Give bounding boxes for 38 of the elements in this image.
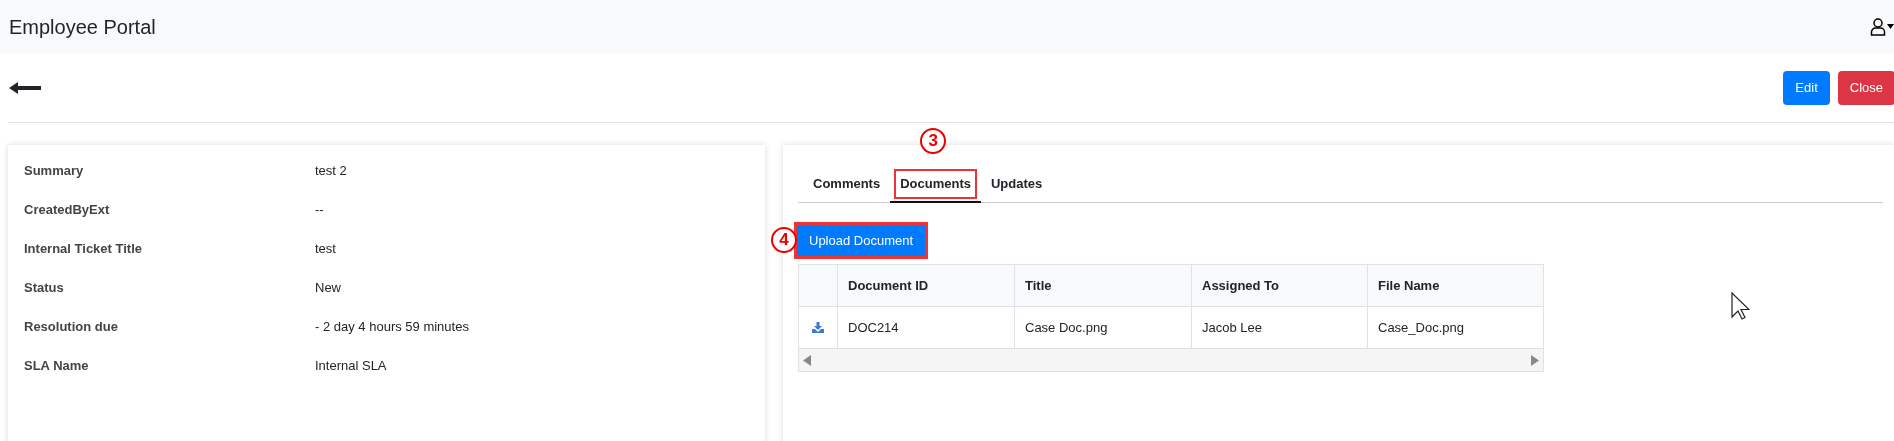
user-icon	[1870, 17, 1886, 36]
field-label: Summary	[24, 162, 85, 180]
field-value: test	[315, 240, 336, 258]
field-label: SLA Name	[24, 357, 90, 375]
toolbar-button[interactable]: Edit	[1783, 70, 1830, 105]
field-value: test 2	[315, 162, 347, 180]
field-label: Status	[24, 279, 65, 297]
field-label: Internal Ticket Title	[24, 240, 143, 258]
column-header: Title	[1015, 265, 1192, 306]
field-value: - 2 day 4 hours 59 minutes	[315, 318, 469, 336]
scroll-left-icon[interactable]	[803, 354, 811, 366]
annotation-number: 4	[771, 227, 797, 253]
annotation-number: 3	[920, 128, 947, 154]
field-value: New	[315, 279, 341, 297]
tab[interactable]: Documents	[890, 167, 981, 203]
field-label: CreatedByExt	[24, 201, 111, 219]
table-cell: Case Doc.png	[1015, 307, 1192, 348]
scroll-right-icon[interactable]	[1531, 354, 1539, 366]
field-value: --	[315, 201, 324, 219]
field-value: Internal SLA	[315, 357, 387, 375]
column-header: Document ID	[838, 265, 1015, 306]
field-label: Resolution due	[24, 318, 119, 336]
toolbar-button[interactable]: Close	[1837, 70, 1894, 105]
upload-button[interactable]: Upload Document	[797, 225, 926, 256]
tab[interactable]: Comments	[803, 167, 891, 203]
tab[interactable]: Updates	[981, 167, 1053, 203]
table-cell-text: Case_Doc.png	[1377, 318, 1465, 337]
app-title: Employee Portal	[9, 14, 156, 40]
table-cell: DOC214	[838, 307, 1015, 348]
table-cell: Jacob Lee	[1192, 307, 1368, 348]
column-header: Assigned To	[1192, 265, 1368, 306]
caret-icon	[1887, 24, 1894, 29]
download-icon[interactable]	[812, 322, 824, 333]
back-arrow-icon[interactable]	[9, 80, 41, 95]
column-header: File Name	[1377, 276, 1441, 295]
mouse-cursor-icon	[1731, 292, 1750, 320]
user-menu[interactable]	[1870, 17, 1894, 36]
horizontal-scrollbar[interactable]	[799, 349, 1543, 371]
